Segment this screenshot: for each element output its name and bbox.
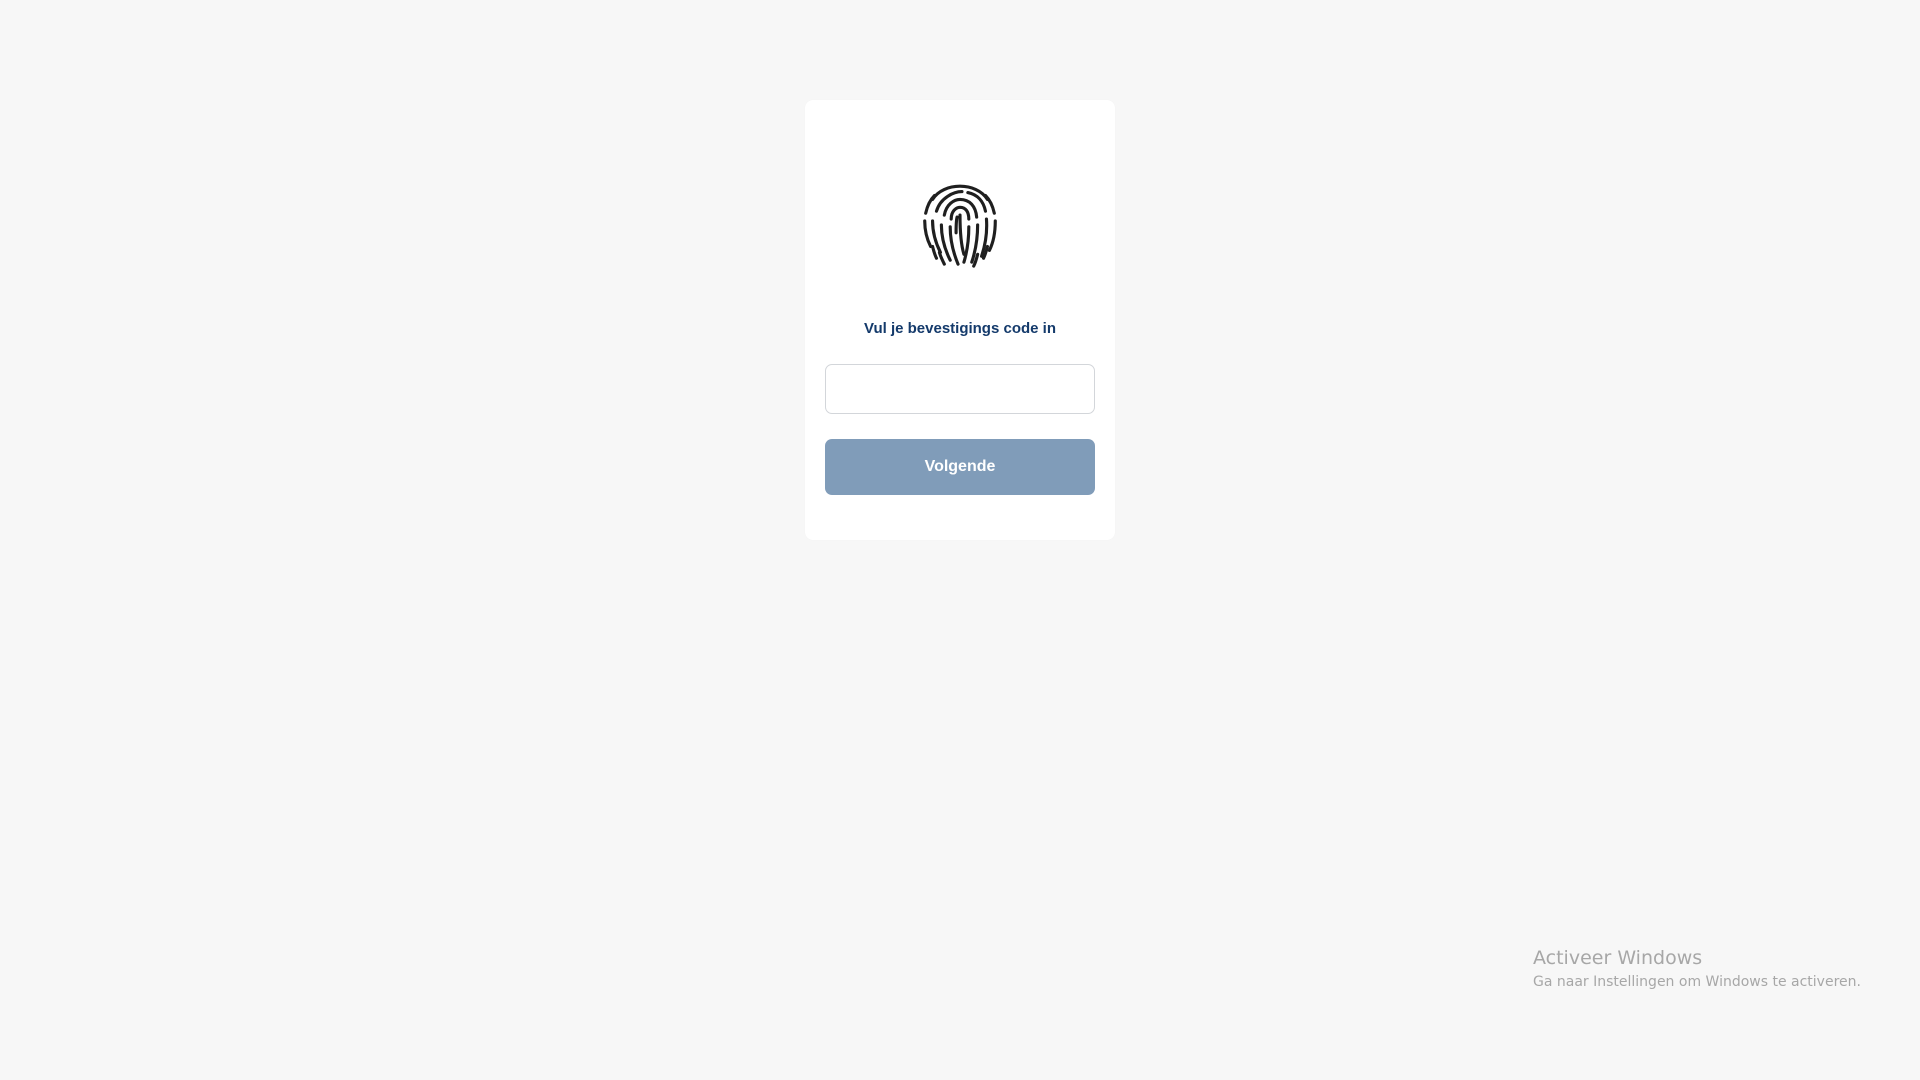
fingerprint-icon	[911, 172, 1009, 270]
verification-code-input[interactable]	[825, 364, 1095, 414]
page: Vul je bevestigings code in Volgende Act…	[0, 0, 1920, 1080]
watermark-title: Activeer Windows	[1533, 947, 1703, 969]
next-button[interactable]: Volgende	[825, 439, 1095, 495]
verification-card: Vul je bevestigings code in Volgende	[805, 100, 1115, 540]
page-title: Vul je bevestigings code in	[864, 320, 1056, 337]
windows-activation-watermark: Activeer Windows Ga naar Instellingen om…	[1533, 945, 1861, 993]
watermark-subtitle: Ga naar Instellingen om Windows te activ…	[1533, 974, 1861, 990]
